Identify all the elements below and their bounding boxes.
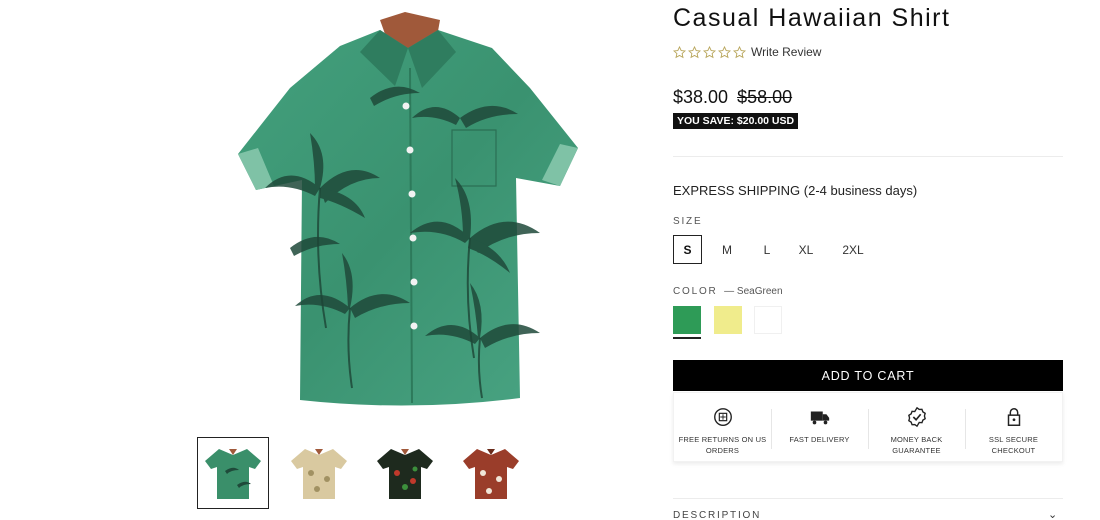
star-outline-icon <box>673 45 686 58</box>
size-option-l[interactable]: L <box>752 235 782 264</box>
price-row: $38.00 $58.00 <box>673 87 792 108</box>
swatch-yellow[interactable] <box>714 306 742 334</box>
add-to-cart-button[interactable]: ADD TO CART <box>673 360 1063 391</box>
star-outline-icon <box>688 45 701 58</box>
hawaiian-shirt-image <box>238 12 578 406</box>
trust-label: FAST DELIVERY <box>789 435 850 444</box>
description-label: DESCRIPTION <box>673 510 762 520</box>
product-info: Casual Hawaiian Shirt Write Review $38.0… <box>673 0 1068 520</box>
shipping-info: EXPRESS SHIPPING (2-4 business days) <box>673 183 918 198</box>
rating-row: Write Review <box>673 45 821 59</box>
color-label: COLOR <box>673 286 718 297</box>
trust-badge-delivery: FAST DELIVERY <box>771 393 868 463</box>
size-label: SIZE <box>673 216 703 227</box>
thumbnail-beige-shirt[interactable] <box>283 437 355 509</box>
chevron-down-icon: ⌄ <box>1047 509 1059 520</box>
savings-badge: YOU SAVE: $20.00 USD <box>673 113 799 129</box>
thumbnail-red-shirt[interactable] <box>455 437 527 509</box>
star-outline-icon <box>718 45 731 58</box>
swatch-seagreen[interactable] <box>673 306 701 334</box>
size-option-m[interactable]: M <box>712 235 742 264</box>
main-product-image[interactable] <box>230 8 586 418</box>
truck-icon <box>810 411 830 425</box>
size-option-xl[interactable]: XL <box>790 235 822 264</box>
thumbnail-black-shirt[interactable] <box>369 437 441 509</box>
swatch-white[interactable] <box>754 306 782 334</box>
product-gallery <box>0 0 660 520</box>
trust-label: SSL SECURE CHECKOUT <box>988 435 1039 455</box>
write-review-link[interactable]: Write Review <box>751 45 821 59</box>
star-outline-icon <box>733 45 746 58</box>
trust-badge-guarantee: MONEY BACK GUARANTEE <box>868 393 965 463</box>
size-option-s[interactable]: S <box>673 235 702 264</box>
star-outline-icon <box>703 45 716 58</box>
product-title: Casual Hawaiian Shirt <box>673 4 951 32</box>
compare-price: $58.00 <box>737 87 793 107</box>
divider <box>673 156 1063 157</box>
trust-badge-ssl: SSL SECURE CHECKOUT <box>965 393 1062 463</box>
divider <box>673 498 1063 499</box>
selected-swatch-indicator <box>673 337 701 339</box>
lock-icon <box>1007 408 1021 426</box>
trust-label: MONEY BACK GUARANTEE <box>890 435 943 455</box>
trust-badges: FREE RETURNS ON US ORDERS FAST DELIVERY … <box>673 392 1063 462</box>
guarantee-check-icon <box>908 406 926 428</box>
selected-color-name: — SeaGreen <box>724 286 783 297</box>
color-label-row: COLOR — SeaGreen <box>673 286 783 297</box>
thumbnail-green-shirt[interactable] <box>197 437 269 509</box>
returns-icon <box>714 408 732 426</box>
description-accordion[interactable]: DESCRIPTION ⌄ <box>673 509 1063 520</box>
size-option-2xl[interactable]: 2XL <box>833 235 873 264</box>
trust-label: FREE RETURNS ON US ORDERS <box>678 435 767 455</box>
trust-badge-returns: FREE RETURNS ON US ORDERS <box>674 393 771 463</box>
current-price: $38.00 <box>673 87 729 107</box>
